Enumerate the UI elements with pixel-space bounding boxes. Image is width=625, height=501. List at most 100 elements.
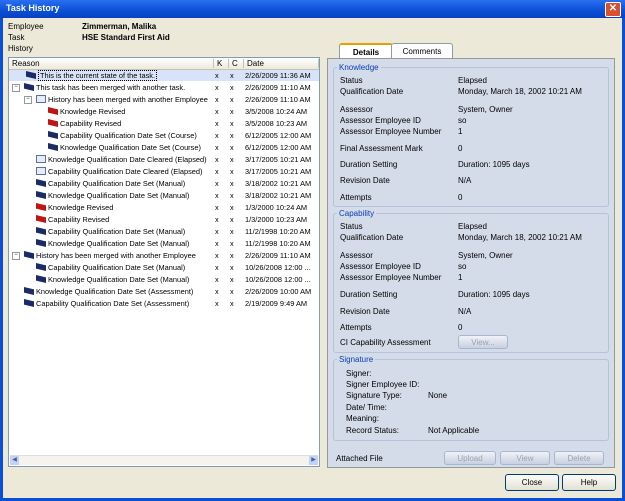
view-file-button[interactable]: View [500, 451, 550, 465]
attached-file-label: Attached File [336, 454, 383, 463]
row-reason: History has been merged with another Emp… [36, 251, 196, 260]
scroll-left-icon[interactable]: ◀ [10, 456, 19, 465]
collapse-icon[interactable]: − [12, 84, 20, 92]
row-k: x [215, 107, 219, 116]
capability-duration-label: Duration Setting [340, 290, 398, 299]
row-c: x [230, 107, 234, 116]
tree-row[interactable]: Capability Qualification Date Set (Manua… [9, 262, 319, 273]
tree-row[interactable]: Knowledge Qualification Date Cleared (El… [9, 154, 319, 165]
collapse-icon[interactable]: − [24, 96, 32, 104]
tree-row[interactable]: Knowledge Qualification Date Set (Manual… [9, 190, 319, 201]
row-date: 6/12/2005 12:00 AM [245, 143, 312, 152]
tree-row[interactable]: Capability Qualification Date Set (Asses… [9, 298, 319, 309]
row-date: 3/5/2008 10:23 AM [245, 119, 308, 128]
row-reason: Knowledge Qualification Date Set (Course… [60, 143, 201, 152]
tree-row[interactable]: Knowledge Qualification Date Set (Course… [9, 142, 319, 153]
knowledge-assessor-id-label: Assessor Employee ID [340, 116, 421, 125]
capability-duration-value: Duration: 1095 days [458, 290, 530, 299]
row-c: x [230, 155, 234, 164]
tree-row[interactable]: Knowledge Revised x x 1/3/2000 10:24 AM [9, 202, 319, 213]
tab-comments[interactable]: Comments [391, 43, 453, 59]
row-reason: Capability Qualification Date Set (Cours… [60, 131, 197, 140]
row-date: 2/19/2009 9:49 AM [245, 299, 308, 308]
horizontal-scrollbar[interactable]: ◀ ▶ [10, 455, 318, 465]
row-k: x [215, 275, 219, 284]
tree-row[interactable]: Capability Qualification Date Set (Manua… [9, 226, 319, 237]
row-date: 3/17/2005 10:21 AM [245, 155, 312, 164]
title-bar: Task History ✕ [0, 0, 625, 18]
upload-button[interactable]: Upload [444, 451, 496, 465]
capability-title: Capability [337, 209, 377, 218]
delete-file-button[interactable]: Delete [554, 451, 604, 465]
tree-row[interactable]: Knowledge Qualification Date Set (Manual… [9, 274, 319, 285]
red-flag-icon [36, 203, 46, 211]
tree-row[interactable]: Capability Qualification Date Cleared (E… [9, 166, 319, 177]
black-flag-icon [26, 71, 36, 79]
capability-attempts-label: Attempts [340, 323, 372, 332]
tree-row[interactable]: This is the current state of the task. x… [9, 70, 319, 81]
row-k: x [215, 251, 219, 260]
tree-row[interactable]: Knowledge Qualification Date Set (Assess… [9, 286, 319, 297]
task-label: Task [8, 33, 25, 42]
tree-row[interactable]: Capability Qualification Date Set (Cours… [9, 130, 319, 141]
capability-qual-date-label: Qualification Date [340, 233, 404, 242]
row-reason: Knowledge Revised [48, 203, 114, 212]
black-flag-icon [24, 287, 34, 295]
tree-row[interactable]: Knowledge Qualification Date Set (Manual… [9, 238, 319, 249]
row-reason: Knowledge Qualification Date Set (Manual… [48, 191, 190, 200]
tree-row[interactable]: Capability Revised x x 1/3/2000 10:23 AM [9, 214, 319, 225]
tree-row[interactable]: − History has been merged with another E… [9, 250, 319, 261]
row-date: 1/3/2000 10:24 AM [245, 203, 308, 212]
row-c: x [230, 227, 234, 236]
row-c: x [230, 119, 234, 128]
details-panel: Knowledge Status Elapsed Qualification D… [327, 58, 615, 468]
tree-row[interactable]: − History has been merged with another E… [9, 94, 319, 105]
tree-row[interactable]: − This task has been merged with another… [9, 82, 319, 93]
row-k: x [215, 143, 219, 152]
help-button[interactable]: Help [562, 474, 616, 491]
tree-row[interactable]: Capability Revised x x 3/5/2008 10:23 AM [9, 118, 319, 129]
knowledge-title: Knowledge [337, 63, 381, 72]
history-tree[interactable]: Reason K C Date This is the current stat… [8, 57, 320, 467]
column-k[interactable]: K [214, 59, 229, 68]
collapse-icon[interactable]: − [12, 252, 20, 260]
black-flag-icon [36, 263, 46, 271]
tree-row[interactable]: Capability Qualification Date Set (Manua… [9, 178, 319, 189]
close-button[interactable]: Close [505, 474, 559, 491]
record-status-value: Not Applicable [428, 426, 480, 435]
capability-status-label: Status [340, 222, 363, 231]
column-date[interactable]: Date [244, 59, 319, 68]
knowledge-duration-label: Duration Setting [340, 160, 398, 169]
row-k: x [215, 287, 219, 296]
ci-view-button[interactable]: View... [458, 335, 508, 349]
row-k: x [215, 71, 219, 80]
column-reason[interactable]: Reason [9, 59, 214, 68]
black-flag-icon [36, 179, 46, 187]
close-window-button[interactable]: ✕ [605, 2, 621, 17]
record-status-label: Record Status: [346, 426, 399, 435]
black-flag-icon [24, 83, 34, 91]
row-reason: Knowledge Qualification Date Set (Manual… [48, 275, 190, 284]
knowledge-attempts-value: 0 [458, 193, 463, 202]
scroll-right-icon[interactable]: ▶ [309, 456, 318, 465]
row-k: x [215, 203, 219, 212]
tree-row[interactable]: Knowledge Revised x x 3/5/2008 10:24 AM [9, 106, 319, 117]
row-c: x [230, 287, 234, 296]
signature-title: Signature [337, 355, 376, 364]
row-k: x [215, 167, 219, 176]
row-reason: This is the current state of the task. [38, 70, 158, 81]
knowledge-status-label: Status [340, 76, 363, 85]
employee-label: Employee [8, 22, 44, 31]
column-c[interactable]: C [229, 59, 244, 68]
signature-type-value: None [428, 391, 448, 400]
row-reason: This task has been merged with another t… [36, 83, 186, 92]
red-flag-icon [48, 119, 58, 127]
row-reason: History has been merged with another Emp… [48, 95, 208, 104]
knowledge-assessor-id-value: so [458, 116, 467, 125]
knowledge-assessor-num-value: 1 [458, 127, 463, 136]
row-reason: Capability Qualification Date Set (Manua… [48, 263, 186, 272]
row-date: 2/26/2009 11:10 AM [245, 251, 311, 260]
black-flag-icon [36, 191, 46, 199]
tree-column-header: Reason K C Date [9, 58, 319, 70]
signer-label: Signer: [346, 369, 372, 378]
